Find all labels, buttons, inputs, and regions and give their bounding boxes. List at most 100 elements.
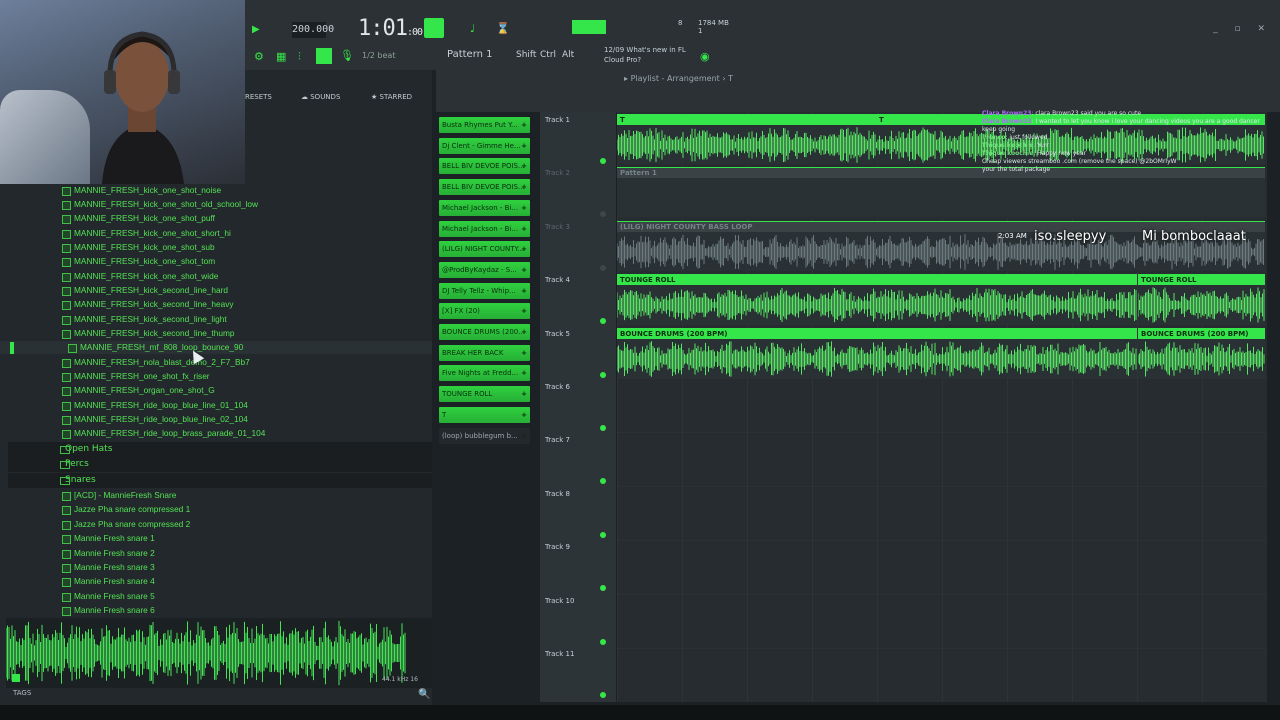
browser-item[interactable]: MANNIE_FRESH_kick_second_line_hard (62, 284, 228, 297)
playlist-clip[interactable]: Pattern 1 (617, 167, 1265, 218)
browser-item[interactable]: MANNIE_FRESH_kick_one_shot_short_hi (62, 227, 231, 240)
add-icon[interactable]: + (521, 428, 527, 444)
browser-item[interactable]: MANNIE_FRESH_one_shot_fx_riser (62, 370, 210, 383)
snare-item[interactable]: Mannie Fresh snare 5 (62, 590, 155, 603)
playlist-clip[interactable]: TOUNGE ROLL (617, 274, 1137, 325)
news-panel[interactable]: 12/09 What's new in FL Cloud Pro? (604, 45, 686, 65)
add-icon[interactable]: + (521, 117, 527, 133)
pattern-selector[interactable]: Pattern 1 (447, 49, 493, 60)
playlist-title[interactable]: ▸ Playlist - Arrangement › T (624, 74, 733, 83)
browser-item-selected[interactable]: MANNIE_FRESH_mf_808_loop_bounce_90 (0, 341, 432, 354)
browser-item[interactable]: MANNIE_FRESH_kick_one_shot_wide (62, 270, 218, 283)
add-icon[interactable]: + (521, 386, 527, 402)
preview-play-icon[interactable] (12, 674, 20, 682)
add-icon[interactable]: + (521, 262, 527, 278)
track-label[interactable]: Track 6 (545, 383, 570, 391)
track-mute-toggle[interactable] (600, 318, 606, 325)
track-mute-toggle[interactable] (600, 692, 606, 698)
browser-item[interactable]: MANNIE_FRESH_kick_one_shot_puff (62, 212, 215, 225)
sample-preview-waveform[interactable] (5, 618, 432, 688)
pattern-clip-item[interactable]: Michael Jackson - Bi... + (439, 220, 530, 237)
track-label[interactable]: Track 11 (545, 650, 574, 658)
browser-item[interactable]: MANNIE_FRESH_ride_loop_blue_line_01_104 (62, 399, 248, 412)
tab-starred[interactable]: ★ STARRED (371, 93, 412, 101)
browser-item[interactable]: MANNIE_FRESH_kick_second_line_heavy (62, 298, 234, 311)
add-icon[interactable]: + (521, 241, 527, 257)
pattern-clip-item[interactable]: Busta Rhymes Put Y... + (439, 117, 530, 133)
snare-item[interactable]: Mannie Fresh snare 2 (62, 547, 155, 560)
browser-item[interactable]: MANNIE_FRESH_kick_second_line_light (62, 313, 227, 326)
pattern-clip-item[interactable]: Five Nights at Fredd... + (439, 365, 530, 382)
snare-item[interactable]: Mannie Fresh snare 1 (62, 532, 155, 545)
add-icon[interactable]: + (521, 303, 527, 319)
track-label[interactable]: Track 9 (545, 543, 570, 551)
tags-label[interactable]: TAGS (13, 689, 31, 697)
browser-item[interactable]: MANNIE_FRESH_nola_blast_demo_2_F7_Bb7 (62, 356, 250, 369)
pattern-clip-item[interactable]: DJ Telly Tellz - Whip... + (439, 282, 530, 299)
track-label[interactable]: Track 7 (545, 436, 570, 444)
pattern-clip-item[interactable]: BELL BIV DEVOE POIS... + (439, 179, 530, 196)
play-icon[interactable]: ▶ (252, 24, 260, 35)
playlist-clip[interactable]: TOUNGE ROLL (1138, 274, 1265, 325)
pattern-clip-item[interactable]: T + (439, 406, 530, 423)
track-mute-toggle[interactable] (600, 264, 606, 271)
add-icon[interactable]: + (521, 365, 527, 381)
track-mute-toggle[interactable] (600, 158, 606, 164)
search-icon[interactable]: 🔍 (418, 689, 430, 700)
snare-item[interactable]: Mannie Fresh snare 3 (62, 561, 155, 574)
tab-sounds[interactable]: ☁ SOUNDS (301, 93, 340, 101)
add-icon[interactable]: + (521, 221, 527, 237)
window-controls[interactable]: _ ▫ ✕ (1213, 24, 1272, 34)
pattern-clip-item[interactable]: TOUNGE ROLL + (439, 386, 530, 403)
track-label[interactable]: Track 3 (545, 223, 570, 231)
pattern-clip-item[interactable]: BELL BIV DEVOE POIS... + (439, 158, 530, 175)
pattern-clip-item[interactable]: (LILG) NIGHT COUNTY... + (439, 241, 530, 258)
browser-item[interactable]: MANNIE_FRESH_kick_one_shot_old_school_lo… (62, 198, 258, 211)
add-icon[interactable]: + (521, 407, 527, 423)
browser-item[interactable]: MANNIE_FRESH_kick_one_shot_sub (62, 241, 215, 254)
playlist-icon[interactable] (316, 48, 332, 64)
browser-item[interactable]: MANNIE_FRESH_kick_one_shot_noise (62, 184, 221, 197)
track-label[interactable]: Track 8 (545, 490, 570, 498)
pattern-mode-button[interactable] (424, 18, 444, 38)
browser-item[interactable]: MANNIE_FRESH_ride_loop_brass_parade_01_1… (62, 427, 265, 440)
alt-key[interactable]: Alt (562, 50, 574, 60)
browser-item[interactable]: MANNIE_FRESH_kick_one_shot_tom (62, 255, 215, 268)
browser-item[interactable]: MANNIE_FRESH_organ_one_shot_G (62, 384, 215, 397)
ctrl-key[interactable]: Ctrl (540, 50, 556, 60)
track-label[interactable]: Track 1 (545, 116, 570, 124)
snare-item[interactable]: Jazze Pha snare compressed 1 (62, 503, 190, 516)
add-icon[interactable]: + (521, 345, 527, 361)
snare-item[interactable]: Jazze Pha snare compressed 2 (62, 518, 190, 531)
track-mute-toggle[interactable] (600, 425, 606, 431)
pattern-clip-item[interactable]: BOUNCE DRUMS (200... + (439, 324, 530, 340)
tab-presets[interactable]: RESETS (245, 93, 272, 101)
microphone-icon[interactable]: 🎙 (340, 49, 354, 62)
track-mute-toggle[interactable] (600, 371, 606, 378)
wait-icon[interactable]: ⌛ (496, 22, 510, 35)
track-mute-toggle[interactable] (600, 585, 606, 592)
add-icon[interactable]: + (521, 283, 527, 299)
playlist-clip[interactable]: BOUNCE DRUMS (200 BPM) (1138, 327, 1265, 378)
metronome-icon[interactable]: ♩ (470, 22, 475, 35)
snare-item[interactable]: [ACD] - MannieFresh Snare (62, 489, 176, 502)
snare-item[interactable]: Mannie Fresh snare 4 (62, 575, 155, 588)
folder-open-hats[interactable]: Open Hats (8, 442, 432, 457)
track-label[interactable]: Track 5 (545, 330, 570, 338)
pattern-clip-item[interactable]: BREAK HER BACK + (439, 344, 530, 361)
add-icon[interactable]: + (521, 158, 527, 174)
track-label[interactable]: Track 10 (545, 597, 574, 605)
add-icon[interactable]: + (521, 200, 527, 216)
globe-icon[interactable]: ◉ (700, 50, 710, 63)
add-icon[interactable]: + (521, 324, 527, 340)
browser-item[interactable]: MANNIE_FRESH_kick_second_line_thump (62, 327, 234, 340)
snap-selector[interactable]: 1/2 beat (362, 51, 395, 60)
pattern-clip-item[interactable]: Michael Jackson - Bi... + (439, 199, 530, 216)
track-label[interactable]: Track 2 (545, 169, 570, 177)
add-icon[interactable]: + (521, 138, 527, 154)
pattern-clip-item[interactable]: [X] FX (20) + (439, 303, 530, 320)
pattern-clip-item[interactable]: @ProdByKaydaz - S... + (439, 261, 530, 278)
add-icon[interactable]: + (521, 179, 527, 195)
snare-item[interactable]: Mannie Fresh snare 6 (62, 604, 155, 617)
track-mute-toggle[interactable] (600, 211, 606, 218)
